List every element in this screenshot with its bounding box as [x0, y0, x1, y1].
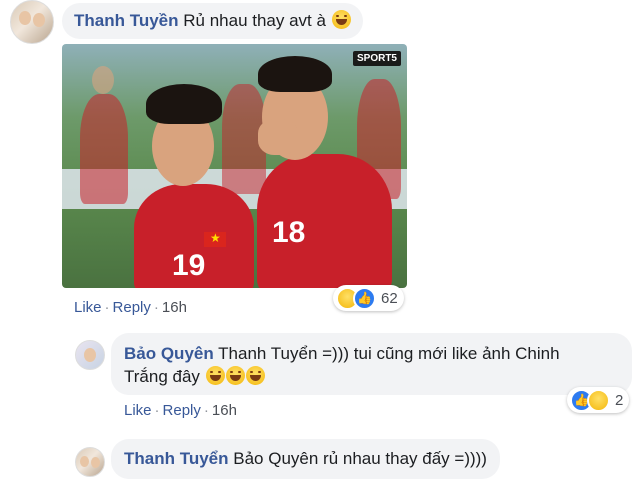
vietnam-flag-icon: [204, 231, 226, 247]
commenter-avatar[interactable]: [10, 0, 54, 44]
reply-line-2: Trắng đây: [124, 366, 265, 388]
reply-text-line-1: Thanh Tuyển =))) tui cũng mới like ảnh C…: [218, 344, 560, 363]
reply-author[interactable]: Bảo Quyên: [124, 344, 214, 363]
reply-author[interactable]: Thanh Tuyển: [124, 449, 229, 468]
comment-photo[interactable]: 19 18 SPORT5: [62, 44, 407, 288]
reaction-count: 2: [615, 391, 624, 409]
comment-actions: Like · Reply · 16h: [74, 299, 187, 316]
reply-avatar[interactable]: [75, 447, 105, 477]
background-player: [80, 94, 128, 204]
avatar-photo: [91, 457, 100, 468]
separator: ·: [153, 299, 159, 316]
like-link[interactable]: Like: [124, 402, 152, 419]
reply-bubble: Thanh Tuyển Bảo Quyên rủ nhau thay đấy =…: [111, 439, 500, 479]
haha-reaction-icon: [587, 388, 610, 412]
reaction-count: 62: [381, 289, 398, 307]
reply-link[interactable]: Reply: [163, 402, 201, 419]
jersey-number-18: 18: [272, 216, 306, 249]
player-18-hair: [258, 56, 332, 92]
avatar-photo: [19, 11, 31, 25]
separator: ·: [104, 299, 110, 316]
laughing-emoji-icon: [205, 366, 225, 385]
jersey-number-19: 19: [172, 249, 206, 282]
background-player-head: [92, 66, 114, 94]
reply-text: Bảo Quyên rủ nhau thay đấy =)))): [233, 449, 487, 468]
comment-author[interactable]: Thanh Tuyền: [74, 11, 179, 30]
player-19-hair: [146, 84, 222, 124]
avatar-photo: [33, 13, 45, 27]
separator: ·: [203, 402, 209, 419]
reaction-summary[interactable]: 👍 62: [333, 285, 404, 311]
like-reaction-icon: 👍: [353, 286, 376, 310]
player-18-hand: [258, 119, 298, 155]
reply-reaction-summary[interactable]: 👍 2: [567, 387, 630, 413]
comment-timestamp[interactable]: 16h: [162, 299, 187, 316]
sport5-logo: SPORT5: [352, 51, 401, 66]
reply-text-line-2: Trắng đây: [124, 367, 200, 386]
reply-timestamp[interactable]: 16h: [212, 402, 237, 419]
laughing-emoji-icon: [331, 10, 351, 29]
reply-line-1: Bảo Quyên Thanh Tuyển =))) tui cũng mới …: [124, 343, 560, 365]
like-link[interactable]: Like: [74, 299, 102, 316]
avatar-photo: [84, 348, 96, 362]
reply-avatar[interactable]: [75, 340, 105, 370]
comment-text: Rủ nhau thay avt à: [183, 11, 326, 30]
separator: ·: [154, 402, 160, 419]
laughing-emoji-icon: [225, 366, 245, 385]
reply-link[interactable]: Reply: [113, 299, 151, 316]
laughing-emoji-icon: [245, 366, 265, 385]
reply-bubble: Bảo Quyên Thanh Tuyển =))) tui cũng mới …: [111, 333, 632, 395]
comment-bubble: Thanh Tuyền Rủ nhau thay avt à: [62, 3, 363, 39]
reply-actions: Like · Reply · 16h: [124, 402, 237, 419]
avatar-photo: [80, 456, 89, 467]
